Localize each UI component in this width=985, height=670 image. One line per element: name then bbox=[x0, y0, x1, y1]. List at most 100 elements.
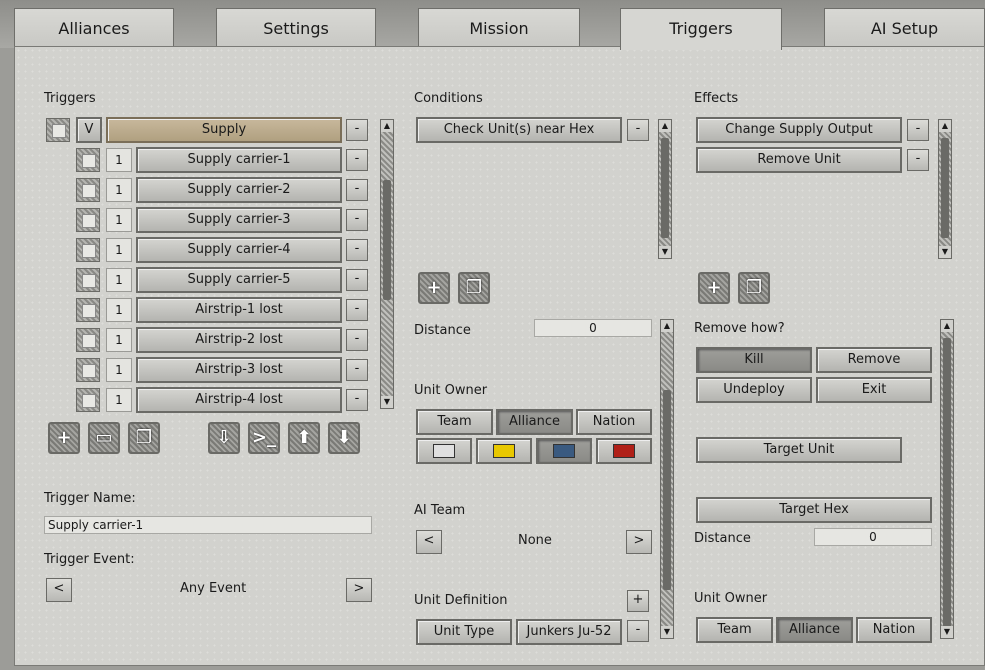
scroll-down-icon[interactable]: ▼ bbox=[659, 246, 671, 258]
scroll-up-icon[interactable]: ▲ bbox=[941, 320, 953, 332]
trigger-item[interactable]: Supply carrier-3 bbox=[136, 207, 342, 233]
group-expand-toggle[interactable]: V bbox=[76, 117, 102, 143]
effect-owner-nation-button[interactable]: Nation bbox=[856, 617, 932, 643]
team-color-button[interactable] bbox=[416, 438, 472, 464]
owner-team-button[interactable]: Team bbox=[416, 409, 493, 435]
effect-item-remove-unit[interactable]: Remove Unit bbox=[696, 147, 902, 173]
console-icon[interactable]: >_ bbox=[248, 422, 280, 454]
scroll-thumb[interactable] bbox=[663, 390, 671, 590]
scroll-thumb[interactable] bbox=[941, 138, 949, 238]
trigger-checkbox[interactable] bbox=[76, 298, 100, 322]
trigger-group-supply[interactable]: Supply bbox=[106, 117, 342, 143]
remove-trigger-button[interactable]: - bbox=[346, 149, 368, 171]
remove-trigger-button[interactable]: - bbox=[346, 179, 368, 201]
owner-alliance-button[interactable]: Alliance bbox=[496, 409, 573, 435]
effect-owner-alliance-button[interactable]: Alliance bbox=[776, 617, 853, 643]
trigger-item[interactable]: Airstrip-2 lost bbox=[136, 327, 342, 353]
scroll-thumb[interactable] bbox=[661, 138, 669, 238]
move-down-icon[interactable]: ⬇ bbox=[328, 422, 360, 454]
trigger-checkbox[interactable] bbox=[76, 268, 100, 292]
copy-icon[interactable]: ❐ bbox=[128, 422, 160, 454]
trigger-checkbox[interactable] bbox=[76, 388, 100, 412]
undeploy-button[interactable]: Undeploy bbox=[696, 377, 812, 403]
trigger-item[interactable]: Airstrip-4 lost bbox=[136, 387, 342, 413]
import-icon[interactable]: ⇩ bbox=[208, 422, 240, 454]
remove-trigger-button[interactable]: - bbox=[346, 239, 368, 261]
ai-team-next-button[interactable]: > bbox=[626, 530, 652, 554]
target-unit-button[interactable]: Target Unit bbox=[696, 437, 902, 463]
remove-effect-button[interactable]: - bbox=[907, 149, 929, 171]
add-icon[interactable]: + bbox=[48, 422, 80, 454]
remove-group-button[interactable]: - bbox=[346, 119, 368, 141]
ai-team-prev-button[interactable]: < bbox=[416, 530, 442, 554]
team-color-button[interactable] bbox=[476, 438, 532, 464]
trigger-item[interactable]: Airstrip-1 lost bbox=[136, 297, 342, 323]
team-color-button[interactable] bbox=[536, 438, 592, 464]
conditions-scrollbar[interactable]: ▲ ▼ bbox=[658, 119, 672, 259]
scroll-down-icon[interactable]: ▼ bbox=[941, 626, 953, 638]
trigger-item[interactable]: Supply carrier-5 bbox=[136, 267, 342, 293]
unit-type-button[interactable]: Unit Type bbox=[416, 619, 512, 645]
effects-scrollbar[interactable]: ▲ ▼ bbox=[938, 119, 952, 259]
kill-button[interactable]: Kill bbox=[696, 347, 812, 373]
remove-effect-button[interactable]: - bbox=[907, 119, 929, 141]
remove-unit-definition-button[interactable]: - bbox=[627, 620, 649, 642]
tab-triggers[interactable]: Triggers bbox=[620, 8, 782, 50]
effect-item-supply-output[interactable]: Change Supply Output bbox=[696, 117, 902, 143]
remove-trigger-button[interactable]: - bbox=[346, 209, 368, 231]
effect-owner-team-button[interactable]: Team bbox=[696, 617, 773, 643]
trigger-checkbox[interactable] bbox=[76, 178, 100, 202]
group-checkbox[interactable] bbox=[46, 118, 70, 142]
remove-trigger-button[interactable]: - bbox=[346, 299, 368, 321]
trigger-item[interactable]: Supply carrier-1 bbox=[136, 147, 342, 173]
move-up-icon[interactable]: ⬆ bbox=[288, 422, 320, 454]
tab-ai-setup[interactable]: AI Setup bbox=[824, 8, 985, 48]
copy-effect-icon[interactable]: ❐ bbox=[738, 272, 770, 304]
trigger-item[interactable]: Supply carrier-4 bbox=[136, 237, 342, 263]
triggers-scrollbar[interactable]: ▲ ▼ bbox=[380, 119, 394, 409]
effect-distance-field[interactable]: 0 bbox=[814, 528, 932, 546]
remove-trigger-button[interactable]: - bbox=[346, 329, 368, 351]
remove-trigger-button[interactable]: - bbox=[346, 359, 368, 381]
distance-field[interactable]: 0 bbox=[534, 319, 652, 337]
trigger-checkbox[interactable] bbox=[76, 208, 100, 232]
scroll-up-icon[interactable]: ▲ bbox=[381, 120, 393, 132]
scroll-down-icon[interactable]: ▼ bbox=[939, 246, 951, 258]
condition-item[interactable]: Check Unit(s) near Hex bbox=[416, 117, 622, 143]
trigger-checkbox[interactable] bbox=[76, 238, 100, 262]
owner-nation-button[interactable]: Nation bbox=[576, 409, 652, 435]
tab-settings[interactable]: Settings bbox=[216, 8, 376, 48]
tab-mission[interactable]: Mission bbox=[418, 8, 580, 48]
add-effect-icon[interactable]: + bbox=[698, 272, 730, 304]
copy-condition-icon[interactable]: ❐ bbox=[458, 272, 490, 304]
exit-button[interactable]: Exit bbox=[816, 377, 932, 403]
scroll-thumb[interactable] bbox=[943, 338, 951, 628]
effect-details-scrollbar[interactable]: ▲ ▼ bbox=[940, 319, 954, 639]
add-unit-definition-button[interactable]: + bbox=[627, 590, 649, 612]
trigger-checkbox[interactable] bbox=[76, 328, 100, 352]
unit-type-value[interactable]: Junkers Ju-52 bbox=[516, 619, 622, 645]
remove-button[interactable]: Remove bbox=[816, 347, 932, 373]
folder-icon[interactable]: ▭ bbox=[88, 422, 120, 454]
team-color-button[interactable] bbox=[596, 438, 652, 464]
add-condition-icon[interactable]: + bbox=[418, 272, 450, 304]
scroll-down-icon[interactable]: ▼ bbox=[381, 396, 393, 408]
scroll-up-icon[interactable]: ▲ bbox=[659, 120, 671, 132]
remove-condition-button[interactable]: - bbox=[627, 119, 649, 141]
scroll-up-icon[interactable]: ▲ bbox=[661, 320, 673, 332]
trigger-item[interactable]: Airstrip-3 lost bbox=[136, 357, 342, 383]
trigger-checkbox[interactable] bbox=[76, 358, 100, 382]
scroll-up-icon[interactable]: ▲ bbox=[939, 120, 951, 132]
scroll-thumb[interactable] bbox=[383, 180, 391, 300]
trigger-item[interactable]: Supply carrier-2 bbox=[136, 177, 342, 203]
event-next-button[interactable]: > bbox=[346, 578, 372, 602]
remove-trigger-button[interactable]: - bbox=[346, 269, 368, 291]
trigger-checkbox[interactable] bbox=[76, 148, 100, 172]
trigger-name-field[interactable]: Supply carrier-1 bbox=[44, 516, 372, 534]
condition-details-scrollbar[interactable]: ▲ ▼ bbox=[660, 319, 674, 639]
target-hex-button[interactable]: Target Hex bbox=[696, 497, 932, 523]
remove-trigger-button[interactable]: - bbox=[346, 389, 368, 411]
tab-alliances[interactable]: Alliances bbox=[14, 8, 174, 48]
event-prev-button[interactable]: < bbox=[46, 578, 72, 602]
scroll-down-icon[interactable]: ▼ bbox=[661, 626, 673, 638]
